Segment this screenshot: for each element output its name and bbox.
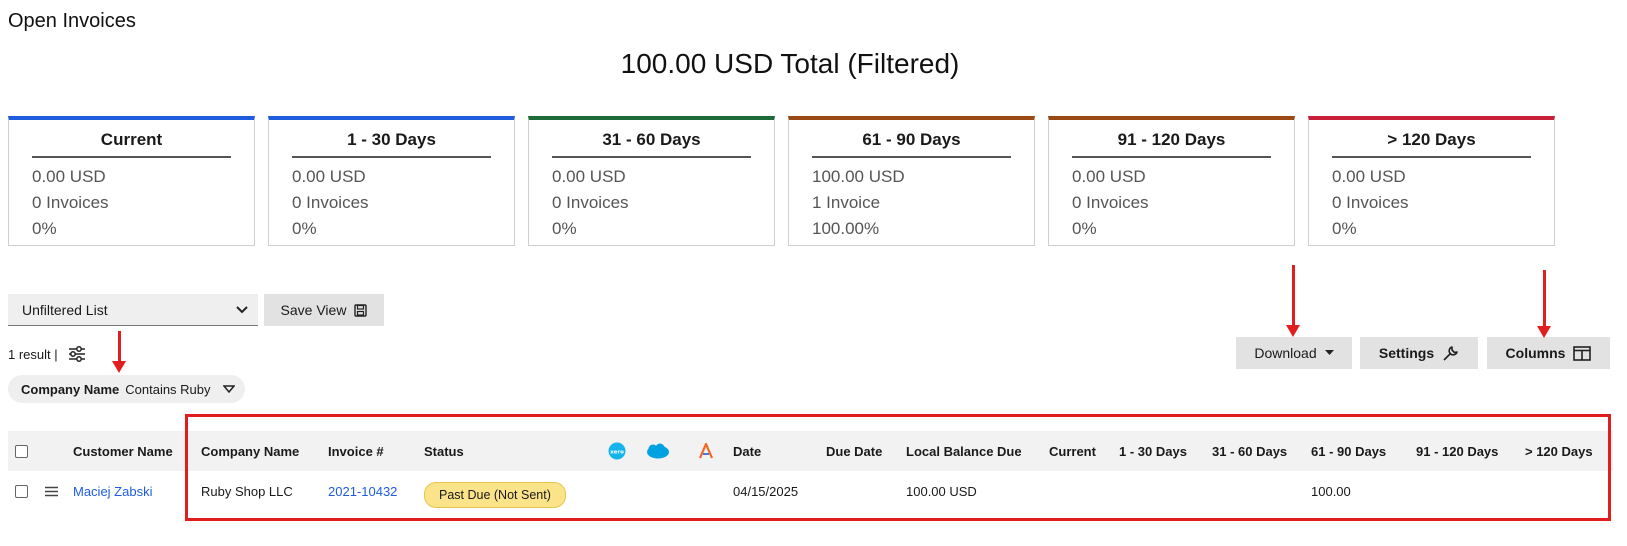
customer-name-link[interactable]: Maciej Zabski [73, 471, 152, 511]
columns-button[interactable]: Columns [1487, 337, 1610, 369]
view-select-value: Unfiltered List [22, 301, 108, 318]
bucket-31-60[interactable]: 31 - 60 Days 0.00 USD 0 Invoices 0% [528, 116, 775, 246]
bucket-title: 61 - 90 Days [812, 120, 1011, 158]
download-label: Download [1254, 345, 1317, 361]
download-button[interactable]: Download [1236, 337, 1352, 369]
result-count-text: 1 result | [8, 346, 58, 362]
bucket-amount: 100.00 USD [812, 167, 905, 186]
bucket-count: 0 Invoices [1072, 193, 1149, 212]
settings-button[interactable]: Settings [1360, 337, 1478, 369]
filter-field: Company Name [21, 381, 120, 397]
filter-condition: Contains Ruby [125, 381, 211, 397]
filter-sliders-icon[interactable] [68, 346, 86, 362]
bucket-percent: 0% [1072, 219, 1097, 238]
columns-icon [1573, 345, 1592, 361]
bucket-title: 31 - 60 Days [552, 120, 751, 158]
bucket-count: 0 Invoices [1332, 193, 1409, 212]
aging-buckets: Current 0.00 USD 0 Invoices 0% 1 - 30 Da… [8, 116, 1555, 246]
columns-label: Columns [1505, 345, 1566, 361]
total-heading: 100.00 USD Total (Filtered) [620, 48, 960, 79]
select-all-checkbox[interactable] [15, 431, 28, 471]
annotation-arrow-columns [1537, 270, 1551, 338]
bucket-title: > 120 Days [1332, 120, 1531, 158]
bucket-amount: 0.00 USD [292, 167, 366, 186]
filter-chip[interactable]: Company Name Contains Ruby [8, 375, 245, 403]
col-customer-name[interactable]: Customer Name [73, 431, 173, 471]
annotation-arrow-download [1286, 265, 1300, 337]
bucket-61-90[interactable]: 61 - 90 Days 100.00 USD 1 Invoice 100.00… [788, 116, 1035, 246]
bucket-title: 1 - 30 Days [292, 120, 491, 158]
bucket-title: Current [32, 120, 231, 158]
bucket-percent: 100.00% [812, 219, 880, 238]
bucket-percent: 0% [1332, 219, 1357, 238]
chevron-down-icon [222, 385, 235, 393]
bucket-1-30[interactable]: 1 - 30 Days 0.00 USD 0 Invoices 0% [268, 116, 515, 246]
bucket-amount: 0.00 USD [1072, 167, 1146, 186]
save-view-label: Save View [280, 302, 347, 318]
bucket-title: 91 - 120 Days [1072, 120, 1271, 158]
bucket-count: 0 Invoices [292, 193, 369, 212]
menu-icon[interactable] [45, 471, 58, 511]
bucket-count: 0 Invoices [32, 193, 109, 212]
bucket-percent: 0% [292, 219, 317, 238]
save-view-button[interactable]: Save View [264, 294, 384, 326]
bucket-percent: 0% [32, 219, 57, 238]
save-icon [354, 303, 368, 317]
bucket-amount: 0.00 USD [1332, 167, 1406, 186]
bucket-count: 1 Invoice [812, 193, 881, 212]
bucket-over-120[interactable]: > 120 Days 0.00 USD 0 Invoices 0% [1308, 116, 1555, 246]
view-select[interactable]: Unfiltered List [8, 294, 258, 326]
caret-down-icon [1324, 350, 1334, 355]
page-title: Open Invoices [8, 10, 136, 32]
chevron-down-icon [236, 305, 248, 313]
bucket-amount: 0.00 USD [552, 167, 626, 186]
result-count: 1 result | [8, 346, 86, 362]
bucket-percent: 0% [552, 219, 577, 238]
bucket-amount: 0.00 USD [32, 167, 106, 186]
wrench-icon [1443, 345, 1458, 361]
bucket-current[interactable]: Current 0.00 USD 0 Invoices 0% [8, 116, 255, 246]
bucket-91-120[interactable]: 91 - 120 Days 0.00 USD 0 Invoices 0% [1048, 116, 1295, 246]
row-checkbox[interactable] [15, 471, 28, 511]
annotation-highlight-box [185, 414, 1611, 521]
settings-label: Settings [1378, 345, 1435, 361]
annotation-arrow-filter [112, 331, 126, 373]
bucket-count: 0 Invoices [552, 193, 629, 212]
